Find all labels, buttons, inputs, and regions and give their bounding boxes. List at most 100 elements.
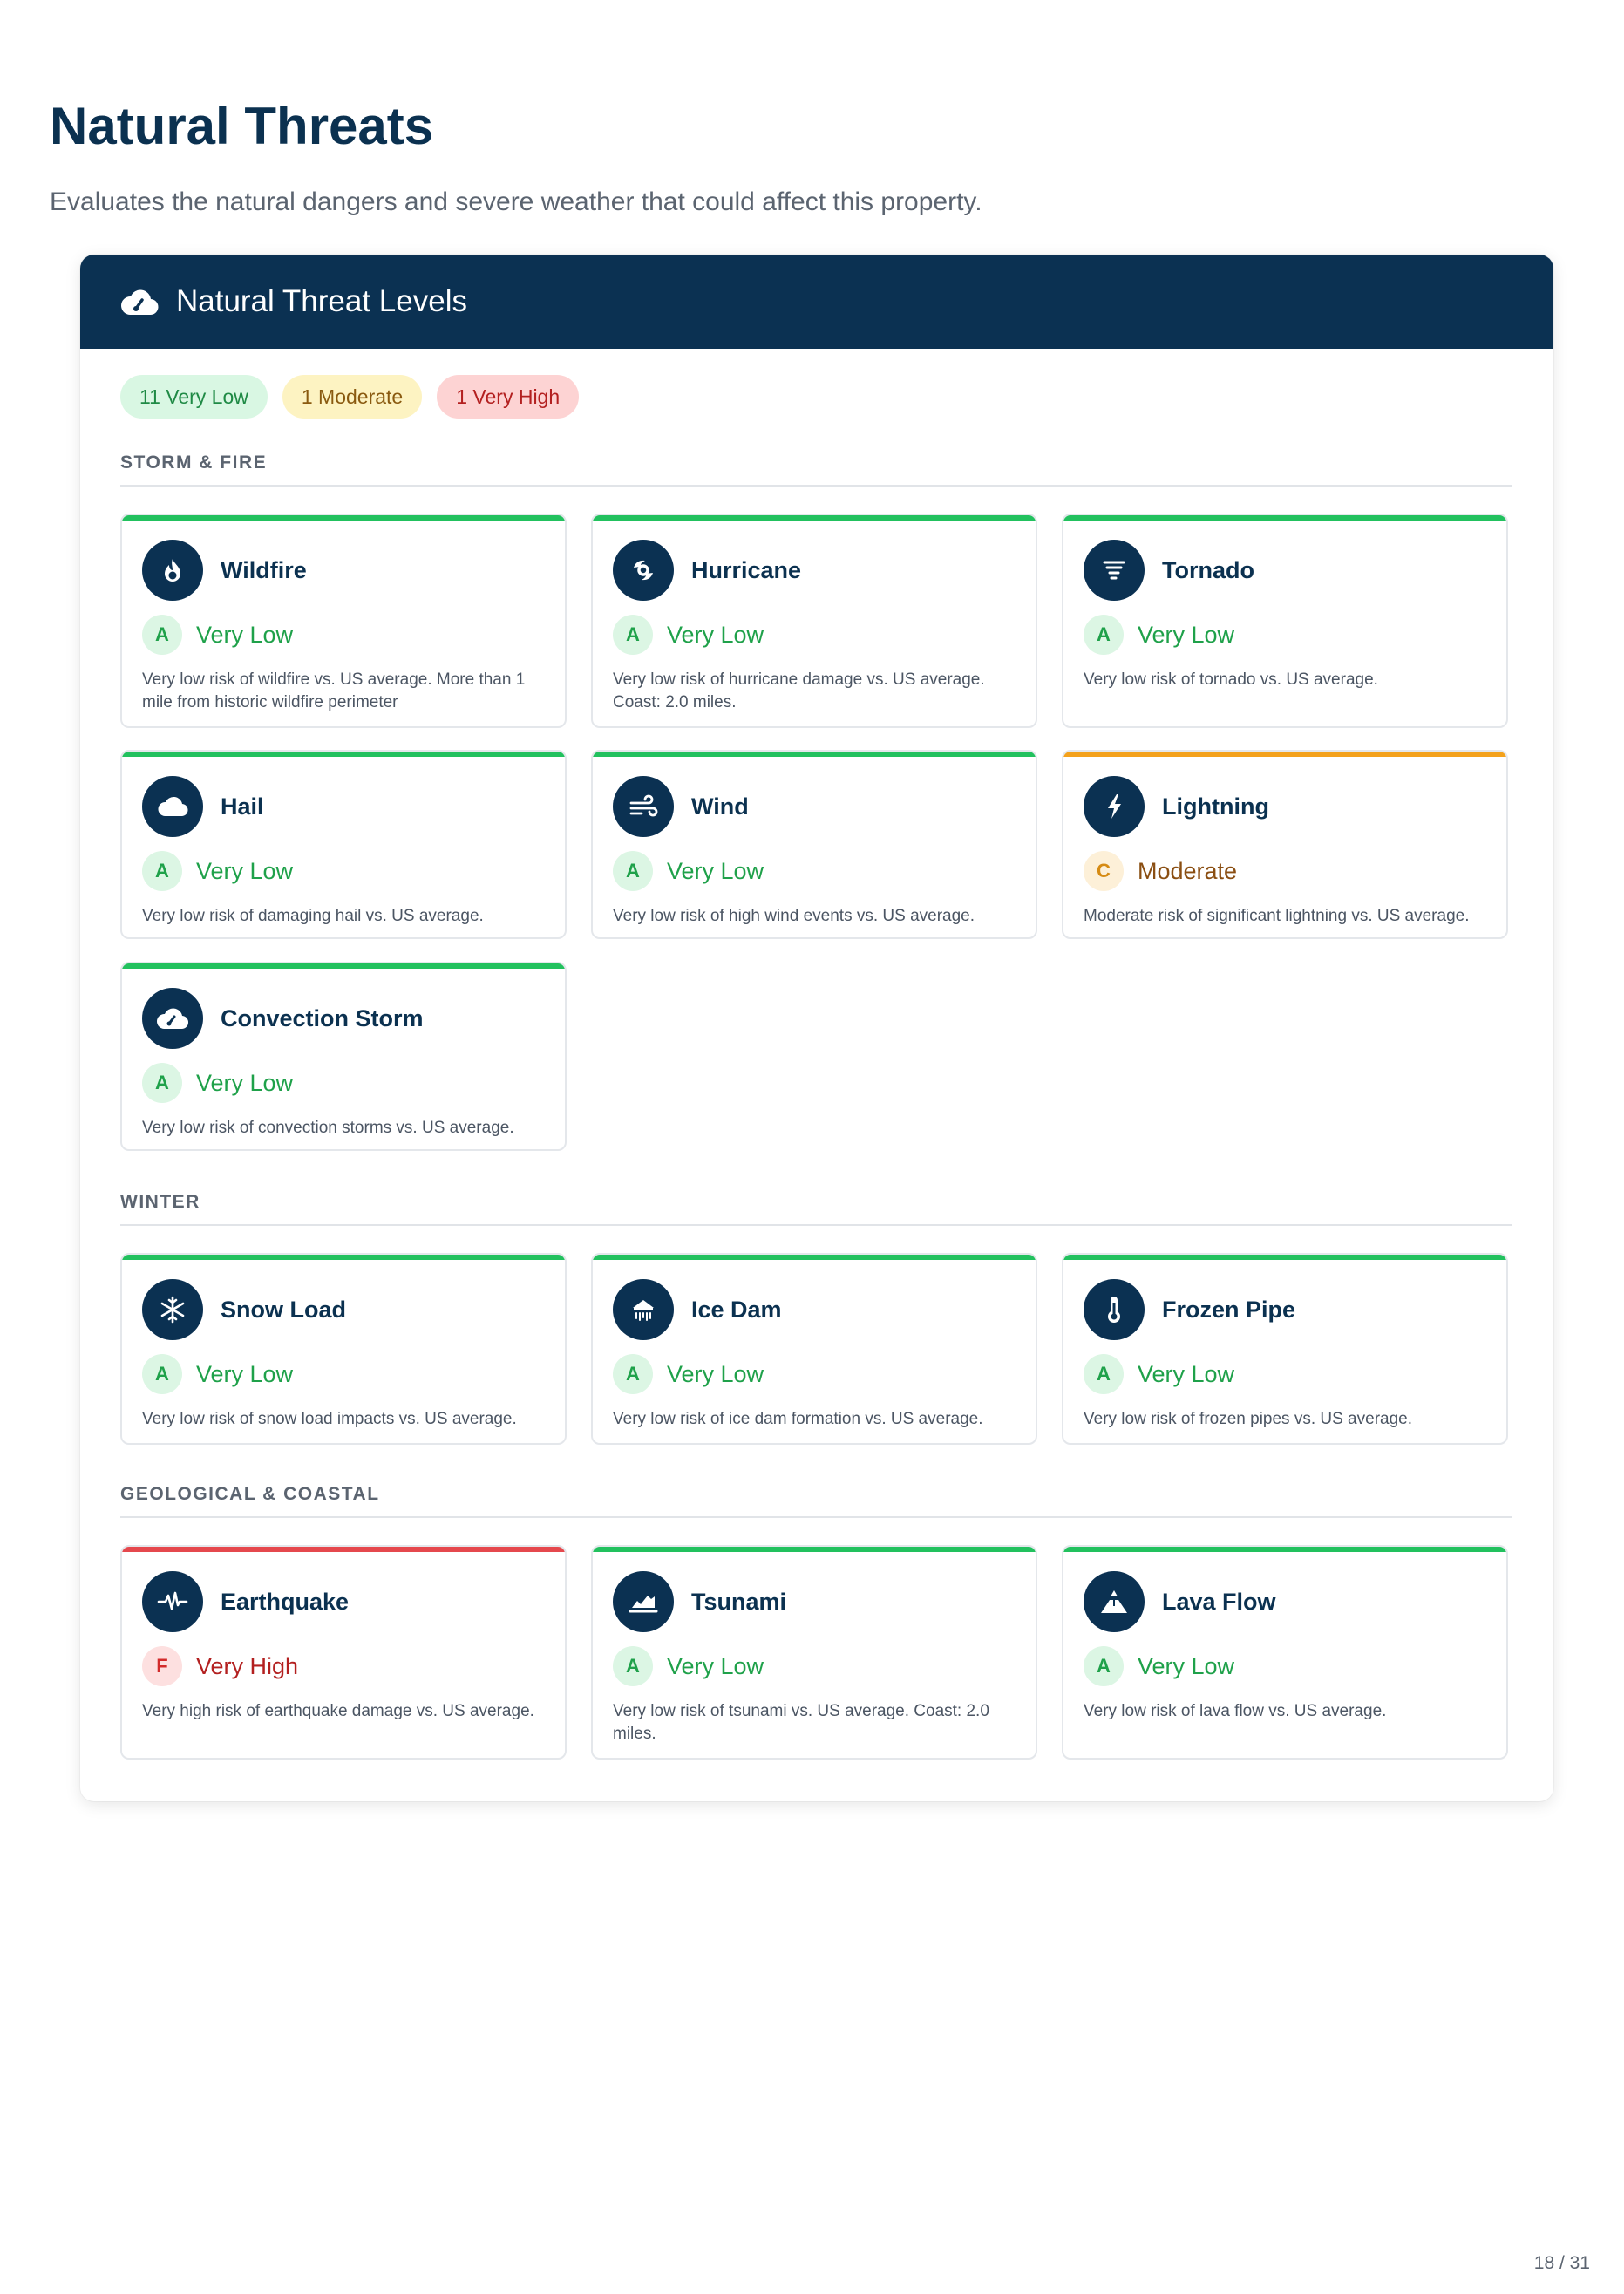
threat-card: Lightning C Moderate Moderate risk of signi… xyxy=(1062,750,1508,939)
threat-rating: A Very Low xyxy=(142,851,293,891)
section-title: WINTER xyxy=(120,1192,1512,1226)
card-header: Frozen Pipe xyxy=(1084,1279,1295,1340)
threat-card: Snow Load A Very Low Very low risk of snow … xyxy=(120,1253,567,1445)
card-header: Tornado xyxy=(1084,540,1254,601)
threat-levels-panel: Natural Threat Levels 11 Very Low 1 Mode… xyxy=(80,255,1553,1801)
threat-name: Tsunami xyxy=(691,1588,787,1615)
threat-card: Frozen Pipe A Very Low Very low risk of fro… xyxy=(1062,1253,1508,1445)
threat-card: Tsunami A Very Low Very low risk of tsunami… xyxy=(591,1545,1037,1760)
section-title: GEOLOGICAL & COASTAL xyxy=(120,1484,1512,1518)
cloud-gauge-icon xyxy=(142,988,203,1049)
grade-badge: A xyxy=(1084,1646,1124,1686)
threat-card: Wildfire A Very Low Very low risk of wildfi… xyxy=(120,514,567,728)
threat-name: Lightning xyxy=(1162,793,1269,820)
card-header: Hail xyxy=(142,776,264,837)
grade-badge: A xyxy=(613,1354,653,1394)
panel-header: Natural Threat Levels xyxy=(80,255,1553,349)
status-bar xyxy=(593,1547,1036,1552)
status-bar xyxy=(593,1255,1036,1260)
threat-name: Hail xyxy=(221,793,264,820)
status-bar xyxy=(122,752,565,757)
fire-icon xyxy=(142,540,203,601)
threat-rating: A Very Low xyxy=(1084,1354,1234,1394)
threat-name: Ice Dam xyxy=(691,1296,782,1323)
threat-card: Hail A Very Low Very low risk of damaging h… xyxy=(120,750,567,939)
threat-description: Very low risk of hurricane damage vs. US… xyxy=(613,671,985,711)
wave-chart-icon xyxy=(613,1571,674,1632)
threat-rating: A Very Low xyxy=(142,615,293,655)
risk-level: Very Low xyxy=(667,1360,764,1387)
threat-rating: A Very Low xyxy=(142,1354,293,1394)
very-high-count-badge: 1 Very High xyxy=(437,375,580,419)
summary-pills: 11 Very Low 1 Moderate 1 Very High xyxy=(120,375,580,419)
panel-title: Natural Threat Levels xyxy=(176,284,467,318)
risk-level: Very Low xyxy=(196,1360,294,1387)
threat-description: Very high risk of earthquake damage vs. … xyxy=(142,1702,534,1720)
grade-badge: A xyxy=(142,851,182,891)
threat-card: Earthquake F Very High Very high risk of ea… xyxy=(120,1545,567,1760)
threat-description: Very low risk of convection storms vs. U… xyxy=(142,1119,514,1137)
threat-rating: A Very Low xyxy=(613,851,764,891)
threat-name: Hurricane xyxy=(691,556,802,583)
wind-icon xyxy=(613,776,674,837)
threat-description: Very low risk of tsunami vs. US average.… xyxy=(613,1702,989,1743)
threat-rating: C Moderate xyxy=(1084,851,1237,891)
moderate-count-badge: 1 Moderate xyxy=(282,375,423,419)
card-header: Tsunami xyxy=(613,1571,786,1632)
grade-badge: A xyxy=(1084,615,1124,655)
status-bar xyxy=(593,515,1036,521)
cloud-gauge-icon xyxy=(120,282,159,321)
status-bar xyxy=(122,515,565,521)
threat-name: Lava Flow xyxy=(1162,1588,1276,1615)
card-header: Ice Dam xyxy=(613,1279,782,1340)
very-low-count-badge: 11 Very Low xyxy=(120,375,268,419)
threat-name: Wildfire xyxy=(221,556,307,583)
risk-level: Very Low xyxy=(196,857,294,884)
grade-badge: A xyxy=(1084,1354,1124,1394)
threat-rating: A Very Low xyxy=(142,1063,293,1103)
risk-level: Very High xyxy=(196,1652,299,1679)
grade-badge: A xyxy=(613,615,653,655)
card-header: Wind xyxy=(613,776,749,837)
threat-rating: A Very Low xyxy=(613,1354,764,1394)
threat-description: Very low risk of tornado vs. US average. xyxy=(1084,671,1378,689)
threat-rating: F Very High xyxy=(142,1646,298,1686)
section-title: STORM & FIRE xyxy=(120,453,1512,487)
grade-badge: A xyxy=(142,1354,182,1394)
risk-level: Very Low xyxy=(196,1069,294,1096)
threat-card: Lava Flow A Very Low Very low risk of lava … xyxy=(1062,1545,1508,1760)
card-header: Lightning xyxy=(1084,776,1269,837)
grade-badge: A xyxy=(613,851,653,891)
threat-card: Wind A Very Low Very low risk of high wind … xyxy=(591,750,1037,939)
cloud-icon xyxy=(142,776,203,837)
threat-description: Very low risk of wildfire vs. US average… xyxy=(142,671,526,711)
threat-card: Convection Storm A Very Low Very low risk o… xyxy=(120,962,567,1151)
card-header: Earthquake xyxy=(142,1571,349,1632)
threat-rating: A Very Low xyxy=(613,1646,764,1686)
risk-level: Very Low xyxy=(1138,1360,1235,1387)
page-number: 18 / 31 xyxy=(1533,2253,1590,2273)
hurricane-icon xyxy=(613,540,674,601)
seismic-wave-icon xyxy=(142,1571,203,1632)
page-subtitle: Evaluates the natural dangers and severe… xyxy=(50,187,982,216)
card-header: Lava Flow xyxy=(1084,1571,1276,1632)
threat-description: Very low risk of high wind events vs. US… xyxy=(613,907,975,925)
status-bar xyxy=(1063,1547,1506,1552)
threat-card: Ice Dam A Very Low Very low risk of ice dam… xyxy=(591,1253,1037,1445)
risk-level: Very Low xyxy=(667,1652,764,1679)
volcano-icon xyxy=(1084,1571,1145,1632)
status-bar xyxy=(593,752,1036,757)
tornado-icon xyxy=(1084,540,1145,601)
threat-description: Very low risk of frozen pipes vs. US ave… xyxy=(1084,1410,1412,1428)
status-bar xyxy=(122,1255,565,1260)
risk-level: Very Low xyxy=(196,621,294,648)
threat-name: Tornado xyxy=(1162,556,1254,583)
card-header: Wildfire xyxy=(142,540,307,601)
threat-name: Convection Storm xyxy=(221,1004,424,1031)
risk-level: Very Low xyxy=(667,621,764,648)
risk-level: Very Low xyxy=(667,857,764,884)
threat-name: Wind xyxy=(691,793,749,820)
card-header: Hurricane xyxy=(613,540,801,601)
threat-card: Hurricane A Very Low Very low risk of hurri… xyxy=(591,514,1037,728)
threat-description: Very low risk of snow load impacts vs. U… xyxy=(142,1410,517,1428)
